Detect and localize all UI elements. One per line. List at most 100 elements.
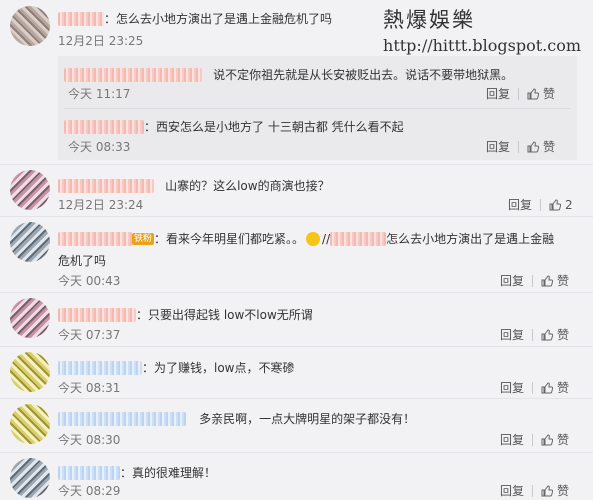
- avatar[interactable]: [10, 458, 50, 498]
- divider: [0, 346, 593, 347]
- comment-line: 山寨的？这么low的商演也接？: [58, 175, 330, 194]
- reply-button[interactable]: 回复: [500, 328, 524, 342]
- comment-line: 铁粉 ：看来今年明星们都吃紧。。 // 怎么去小地方演出了是遇上金融: [58, 228, 554, 247]
- reply-button[interactable]: 回复: [486, 140, 510, 154]
- avatar[interactable]: [10, 6, 50, 46]
- like-button[interactable]: 赞: [557, 484, 569, 498]
- divider: [532, 434, 534, 446]
- comment-line: 多亲民啊，一点大牌明星的架子都没有！: [58, 408, 415, 427]
- username-blur[interactable]: [64, 67, 202, 82]
- comment-time: 今天 08:29: [58, 484, 121, 498]
- reply-button[interactable]: 回复: [500, 381, 524, 395]
- comment-line: 危机了吗: [58, 250, 106, 269]
- like-count[interactable]: 2: [565, 198, 573, 212]
- reply-time: 今天 08:33: [68, 140, 131, 154]
- like-button[interactable]: 赞: [557, 433, 569, 447]
- reply-time: 今天 11:17: [68, 87, 131, 101]
- username-blur[interactable]: [58, 411, 186, 426]
- like-button[interactable]: 赞: [543, 87, 555, 101]
- username-blur[interactable]: [58, 360, 142, 375]
- reply-text: 说不定你祖先就是从长安被贬出去。说话不要带地狱黑。: [213, 68, 514, 82]
- reply-action[interactable]: 回复 赞: [486, 85, 555, 102]
- comment-line: ：怎么去小地方演出了是遇上金融危机了吗: [58, 8, 332, 27]
- divider: [540, 199, 542, 211]
- comment-actions[interactable]: 回复 赞: [500, 431, 569, 448]
- comment-text: ：怎么去小地方演出了是遇上金融危机了吗: [104, 12, 333, 26]
- like-icon[interactable]: [541, 382, 554, 394]
- comment-line: ：只要出得起钱 low不low无所谓: [58, 304, 313, 323]
- comment-time: 今天 08:31: [58, 381, 121, 395]
- divider: [518, 141, 520, 153]
- comment-line: ：真的很难理解！: [58, 462, 216, 481]
- reply-button[interactable]: 回复: [500, 433, 524, 447]
- like-button[interactable]: 赞: [543, 140, 555, 154]
- comment-actions[interactable]: 回复 赞: [500, 379, 569, 396]
- username-blur[interactable]: [58, 11, 104, 26]
- username-blur[interactable]: [58, 178, 154, 193]
- divider: [0, 216, 593, 217]
- reply-line: 说不定你祖先就是从长安被贬出去。说话不要带地狱黑。: [64, 64, 513, 83]
- divider: [532, 485, 534, 497]
- comment-time: 今天 08:30: [58, 433, 121, 447]
- like-icon[interactable]: [541, 485, 554, 497]
- divider: [0, 398, 593, 399]
- watermark: 熱爆娛樂 http://hittt.blogspot.com: [383, 4, 581, 55]
- divider: [0, 452, 593, 453]
- like-icon[interactable]: [549, 199, 562, 211]
- username-blur[interactable]: [58, 465, 120, 480]
- comment-actions[interactable]: 回复 赞: [500, 272, 569, 289]
- avatar[interactable]: [10, 404, 50, 444]
- watermark-url: http://hittt.blogspot.com: [383, 36, 581, 55]
- username-blur[interactable]: [58, 307, 136, 322]
- divider: [64, 108, 571, 109]
- like-icon[interactable]: [527, 141, 540, 153]
- comment-text: ：为了赚钱，low点，不寒碜: [142, 361, 295, 375]
- comment-text: 危机了吗: [58, 254, 107, 268]
- reply-button[interactable]: 回复: [486, 87, 510, 101]
- comment-text: ：只要出得起钱 low不low无所谓: [136, 308, 313, 322]
- divider: [0, 164, 593, 165]
- comment-actions[interactable]: 回复 2: [508, 196, 573, 213]
- comment-text: ：看来今年明星们都吃紧。。: [154, 232, 305, 246]
- divider: [0, 292, 593, 293]
- comment-time: 今天 00:43: [58, 274, 121, 288]
- username-blur[interactable]: [330, 231, 387, 246]
- avatar[interactable]: [10, 298, 50, 338]
- like-button[interactable]: 赞: [557, 381, 569, 395]
- like-icon[interactable]: [541, 434, 554, 446]
- avatar[interactable]: [10, 352, 50, 392]
- comment-time: 12月2日 23:24: [58, 198, 144, 212]
- comment-time: 12月2日 23:25: [58, 34, 144, 48]
- like-button[interactable]: 赞: [557, 274, 569, 288]
- like-icon[interactable]: [527, 88, 540, 100]
- comment-line: ：为了赚钱，low点，不寒碜: [58, 357, 295, 376]
- reply-button[interactable]: 回复: [508, 198, 532, 212]
- comment-text: ：真的很难理解！: [120, 466, 217, 480]
- comment-text: 多亲民啊，一点大牌明星的架子都没有！: [199, 412, 416, 426]
- reply-line: ：西安怎么是小地方了 十三朝古都 凭什么看不起: [64, 116, 404, 135]
- avatar[interactable]: [10, 222, 50, 262]
- comment-text: 山寨的？这么low的商演也接？: [165, 179, 330, 193]
- reply-text: ：西安怎么是小地方了 十三朝古都 凭什么看不起: [144, 120, 404, 134]
- reply-panel: 说不定你祖先就是从长安被贬出去。说话不要带地狱黑。 今天 11:17 回复赞 ：…: [58, 56, 577, 160]
- fan-badge: 铁粉: [132, 232, 155, 245]
- divider: [518, 88, 520, 100]
- username-blur[interactable]: [64, 119, 144, 134]
- reply-button[interactable]: 回复: [500, 274, 524, 288]
- avatar[interactable]: [10, 170, 50, 210]
- divider: [532, 275, 534, 287]
- comment-time: 今天 07:37: [58, 328, 121, 342]
- like-icon[interactable]: [541, 275, 554, 287]
- divider: [532, 382, 534, 394]
- comment-actions[interactable]: 回复 赞: [500, 326, 569, 343]
- like-button[interactable]: 赞: [557, 328, 569, 342]
- username-blur[interactable]: [58, 231, 132, 246]
- comment-text: 怎么去小地方演出了是遇上金融: [386, 232, 555, 246]
- reply-action[interactable]: 回复 赞: [486, 138, 555, 155]
- comment-actions[interactable]: 回复 赞: [500, 482, 569, 499]
- reply-button[interactable]: 回复: [500, 484, 524, 498]
- watermark-title: 熱爆娛樂: [383, 8, 476, 32]
- emoji-icon: [306, 232, 321, 246]
- comment-text: //: [322, 232, 331, 246]
- like-icon[interactable]: [541, 329, 554, 341]
